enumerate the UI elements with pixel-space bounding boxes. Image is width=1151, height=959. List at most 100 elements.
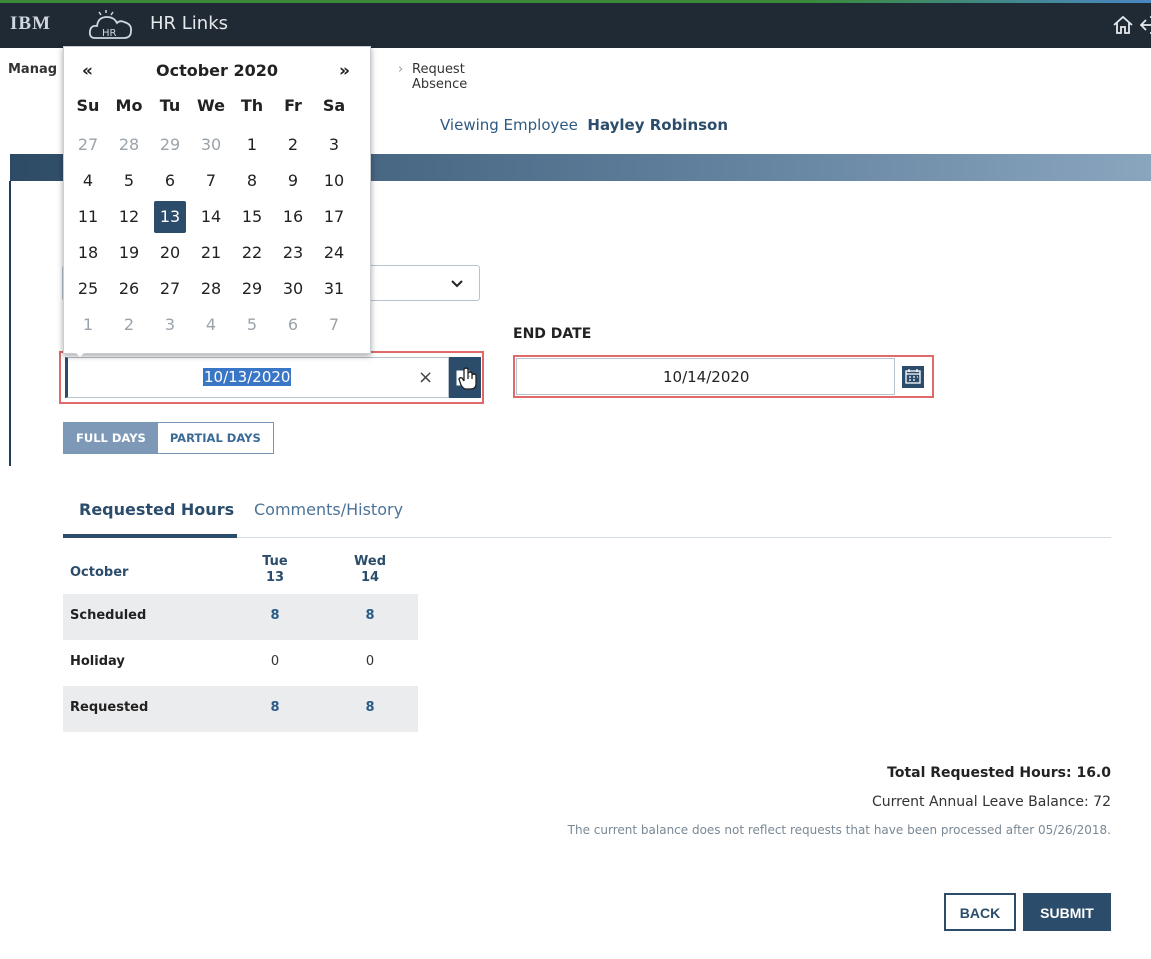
start-date-calendar-button[interactable] [449,357,481,398]
breadcrumb-separator: › [398,62,404,77]
calendar-day[interactable]: 2 [113,309,145,341]
annual-leave-balance: Current Annual Leave Balance: 72 [871,794,1111,810]
table-row: Holiday 0 0 [63,640,418,686]
calendar-day[interactable]: 3 [318,129,350,161]
app-title: HR Links [150,13,229,34]
calendar-day[interactable]: 12 [113,201,145,233]
calendar-day[interactable]: 1 [72,309,104,341]
end-date-value: 10/14/2020 [663,368,750,386]
tab-comments-history[interactable]: Comments/History [254,500,403,519]
calendar-day[interactable]: 31 [318,273,350,305]
end-date-calendar-button[interactable] [895,358,931,395]
table-row: Scheduled 8 8 [63,594,418,640]
calendar-day[interactable]: 9 [277,165,309,197]
date-picker-popup: « October 2020 » Su Mo Tu We Th Fr Sa 27 28 29 30 1… [63,46,371,357]
calendar-day[interactable]: 24 [318,237,350,269]
column-dow: Wed [354,554,386,569]
row-label: Requested [70,700,149,715]
weekday-header: Tu [159,96,181,115]
logo-hr-text: HR [102,28,117,39]
column-day: 14 [360,570,380,585]
home-icon[interactable] [1112,14,1134,36]
calendar-day[interactable]: 14 [195,201,227,233]
calendar-day[interactable]: 3 [154,309,186,341]
breadcrumb-current: Request Absence [412,62,468,92]
calendar-day[interactable]: 27 [72,129,104,161]
logout-icon[interactable] [1140,14,1151,36]
calendar-day[interactable]: 29 [154,129,186,161]
active-tab-indicator [63,534,237,538]
month-label: October [70,565,129,580]
calendar-day[interactable]: 29 [236,273,268,305]
row-label: Scheduled [70,608,147,623]
hr-cloud-logo-icon[interactable]: HR [87,8,135,42]
calendar-day[interactable]: 17 [318,201,350,233]
popup-caret [74,351,86,357]
next-month-button[interactable]: » [339,61,350,81]
weekday-header: We [197,96,225,115]
calendar-day[interactable]: 7 [318,309,350,341]
calendar-day[interactable]: 6 [277,309,309,341]
hours-tabs: Requested Hours Comments/History [63,490,1111,538]
column-day: 13 [265,570,285,585]
calendar-day[interactable]: 19 [113,237,145,269]
calendar-day[interactable]: 13 [154,201,186,233]
clear-icon[interactable]: × [418,367,433,388]
calendar-day[interactable]: 20 [154,237,186,269]
calendar-day[interactable]: 30 [277,273,309,305]
calendar-day[interactable]: 4 [195,309,227,341]
calendar-day[interactable]: 23 [277,237,309,269]
calendar-day[interactable]: 5 [113,165,145,197]
calendar-day[interactable]: 18 [72,237,104,269]
day-type-toggle: FULL DAYS PARTIAL DAYS [63,422,274,454]
hours-cell[interactable]: 8 [340,700,400,715]
calendar-day[interactable]: 8 [236,165,268,197]
end-date-label: END DATE [513,326,592,342]
calendar-day[interactable]: 25 [72,273,104,305]
previous-month-button[interactable]: « [82,61,93,81]
calendar-icon [902,366,924,388]
top-bar: IBM HR HR Links [0,0,1151,48]
full-days-button[interactable]: FULL DAYS [64,423,158,453]
calendar-day[interactable]: 26 [113,273,145,305]
balance-note: The current balance does not reflect req… [567,823,1111,837]
submit-button[interactable]: SUBMIT [1023,893,1111,931]
start-date-input[interactable]: 10/13/2020 × [65,357,449,398]
calendar-day[interactable]: 2 [277,129,309,161]
calendar-day[interactable]: 27 [154,273,186,305]
weekday-header: Fr [284,96,302,115]
top-accent-stripe [0,0,1151,3]
calendar-day[interactable]: 4 [72,165,104,197]
hours-cell: 0 [365,654,375,669]
calendar-day[interactable]: 22 [236,237,268,269]
tab-requested-hours[interactable]: Requested Hours [79,500,234,519]
hand-cursor-icon [456,367,477,390]
breadcrumb-first[interactable]: Manag [8,62,57,77]
hours-cell[interactable]: 8 [340,608,400,623]
calendar-day[interactable]: 1 [236,129,268,161]
calendar-day[interactable]: 21 [195,237,227,269]
calendar-day[interactable]: 28 [113,129,145,161]
calendar-day[interactable]: 7 [195,165,227,197]
calendar-day[interactable]: 28 [195,273,227,305]
calendar-day[interactable]: 10 [318,165,350,197]
calendar-day[interactable]: 11 [72,201,104,233]
table-header-row: October Tue 13 Wed 14 [63,548,418,594]
calendar-day[interactable]: 6 [154,165,186,197]
calendar-day[interactable]: 5 [236,309,268,341]
calendar-month-label[interactable]: October 2020 [156,61,278,80]
table-row: Requested 8 8 [63,686,418,732]
partial-days-button[interactable]: PARTIAL DAYS [157,423,273,453]
hours-cell[interactable]: 8 [245,608,305,623]
back-button[interactable]: BACK [944,893,1016,931]
hours-cell[interactable]: 8 [245,700,305,715]
calendar-day[interactable]: 16 [277,201,309,233]
weekday-header: Mo [115,96,143,115]
calendar-day[interactable]: 30 [195,129,227,161]
viewing-label: Viewing Employee [440,116,578,134]
viewing-employee: Viewing Employee Hayley Robinson [440,116,728,134]
row-label: Holiday [70,654,125,669]
end-date-input[interactable]: 10/14/2020 [516,358,895,395]
calendar-day[interactable]: 15 [236,201,268,233]
start-date-highlight: 10/13/2020 × [59,351,484,404]
